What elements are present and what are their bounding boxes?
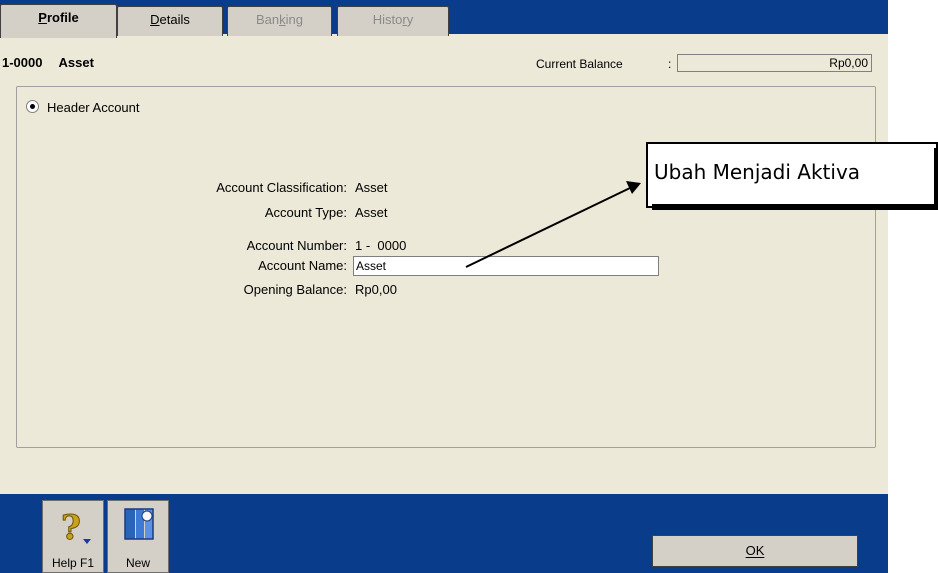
new-button[interactable]: New — [107, 500, 169, 573]
tab-banking[interactable]: Banking — [227, 6, 332, 36]
header-account-radio[interactable] — [26, 100, 39, 113]
header-account-label[interactable]: Header Account — [47, 100, 140, 115]
annotation-callout: Ubah Menjadi Aktiva — [646, 142, 938, 210]
account-number-value: 1 - 0000 — [355, 238, 407, 253]
account-name-label: Account Name: — [258, 258, 347, 273]
question-mark-icon: ? — [55, 505, 95, 552]
current-balance-colon: : — [668, 57, 672, 71]
opening-balance-value: Rp0,00 — [355, 282, 397, 297]
header-account-label-text: Header Account — [47, 100, 140, 115]
account-number-label: Account Number: — [246, 238, 347, 253]
account-classification-label: Account Classification: — [216, 180, 347, 195]
account-number: 1-0000 — [2, 55, 43, 70]
account-name-heading: Asset — [58, 55, 94, 70]
account-window: Profile Details Banking History 1-0000 As… — [0, 0, 888, 573]
tab-label-banking: Banking — [256, 12, 303, 27]
annotation-text: Ubah Menjadi Aktiva — [654, 160, 861, 184]
tab-label-history: History — [372, 12, 414, 27]
tab-label-profile: Profile — [38, 10, 79, 25]
account-classification-value: Asset — [355, 180, 388, 195]
tab-profile[interactable]: Profile — [0, 4, 117, 38]
help-label: Help F1 — [51, 556, 95, 570]
tab-details[interactable]: Details — [117, 6, 223, 36]
help-button[interactable]: ? Help F1 — [42, 500, 104, 573]
current-balance-value: Rp0,00 — [677, 54, 872, 72]
account-name-input[interactable] — [353, 256, 659, 276]
account-type-label: Account Type: — [264, 205, 347, 220]
tab-history[interactable]: History — [337, 6, 449, 36]
new-account-icon — [122, 507, 156, 548]
ok-button-label: OK — [745, 543, 765, 558]
ok-button[interactable]: OK — [652, 535, 858, 567]
current-balance-label: Current Balance — [536, 57, 623, 71]
new-label: New — [125, 556, 150, 570]
opening-balance-label: Opening Balance: — [243, 282, 347, 297]
account-type-value: Asset — [355, 205, 388, 220]
account-title: 1-0000 Asset — [2, 55, 94, 70]
tab-label-details: Details — [150, 12, 190, 27]
svg-text:?: ? — [61, 508, 81, 548]
